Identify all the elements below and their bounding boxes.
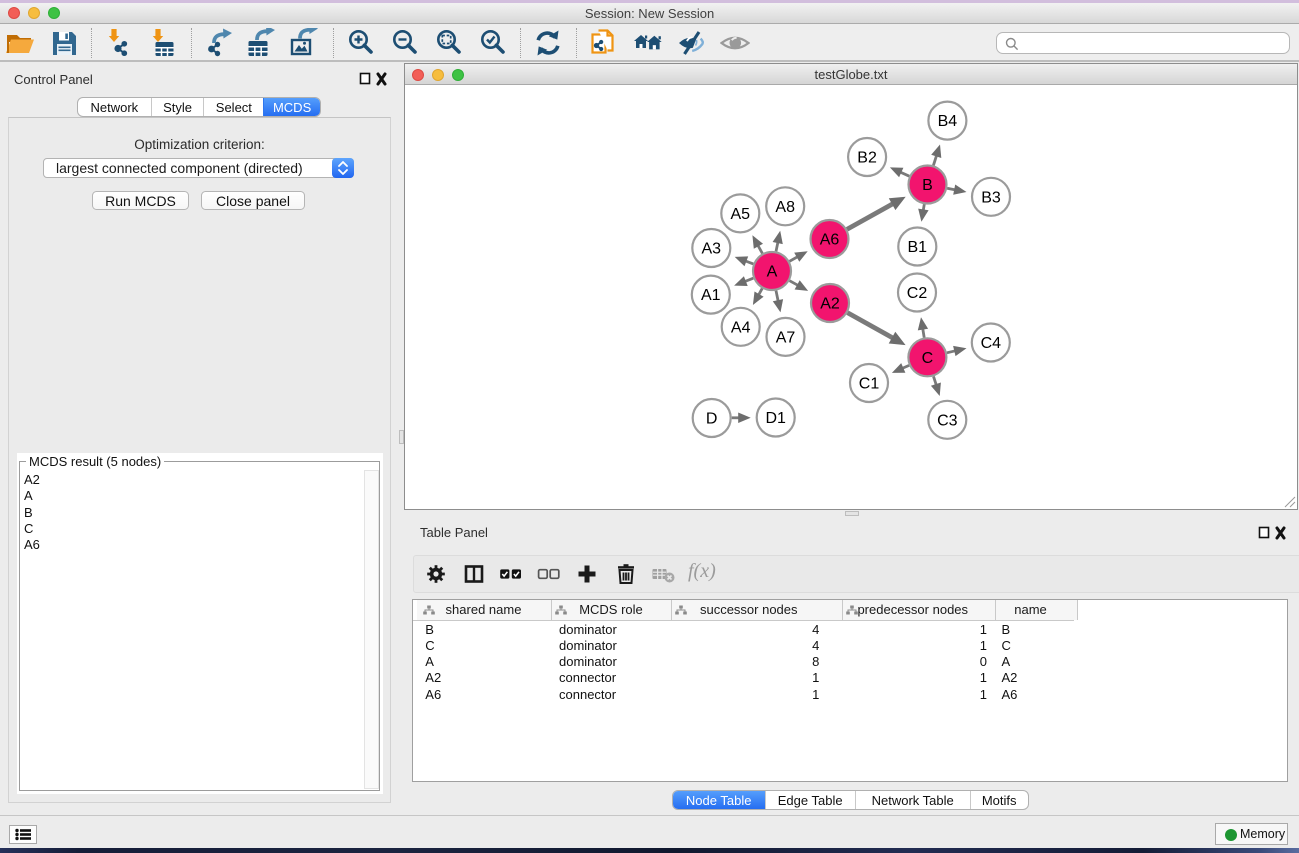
svg-text:C: C xyxy=(922,350,934,367)
svg-text:A7: A7 xyxy=(776,329,796,346)
svg-text:A3: A3 xyxy=(702,241,722,258)
svg-text:B1: B1 xyxy=(908,239,928,256)
svg-text:C1: C1 xyxy=(859,376,880,393)
svg-text:A8: A8 xyxy=(775,199,795,216)
svg-text:A6: A6 xyxy=(820,232,840,249)
svg-text:B: B xyxy=(922,177,933,194)
svg-text:A1: A1 xyxy=(701,287,721,304)
svg-text:A4: A4 xyxy=(731,319,751,336)
svg-text:A5: A5 xyxy=(731,206,751,223)
svg-text:B3: B3 xyxy=(981,189,1001,206)
svg-text:D1: D1 xyxy=(765,410,786,427)
svg-text:C2: C2 xyxy=(907,285,928,302)
svg-text:A: A xyxy=(767,264,778,281)
svg-text:B4: B4 xyxy=(938,113,958,130)
svg-text:A2: A2 xyxy=(820,296,840,313)
svg-text:B2: B2 xyxy=(857,150,877,167)
svg-text:C3: C3 xyxy=(937,412,958,429)
svg-text:D: D xyxy=(706,411,718,428)
svg-text:C4: C4 xyxy=(981,335,1002,352)
